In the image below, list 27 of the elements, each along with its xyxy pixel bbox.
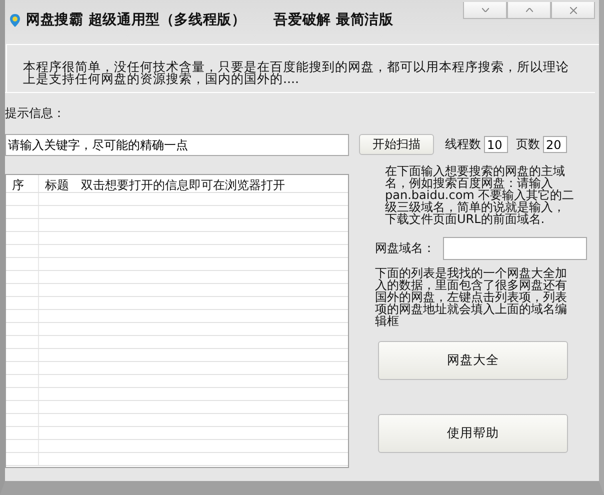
scan-button[interactable]: 开始扫描 (359, 134, 434, 155)
hint-label: 提示信息： (5, 105, 66, 119)
keyword-field[interactable]: 请输入关键字，尽可能的精确一点 (5, 134, 349, 156)
action-button[interactable]: 使用帮助 (378, 414, 568, 453)
number-field[interactable]: 10 (484, 136, 508, 153)
window-subtitle: 吾爱破解 最简洁版 (274, 11, 394, 29)
domain-field[interactable] (443, 237, 587, 260)
minimize-button[interactable] (463, 2, 507, 19)
close-icon (570, 6, 576, 14)
description-text: 本程序很简单，没任何技术含量，只要是在百度能搜到的网盘，都可以用本程序搜索，所以理论上是支持任何网盘的资源搜索，国内的国外的.... (23, 61, 570, 85)
app-icon (9, 13, 21, 28)
results-list[interactable]: 序 标题 双击想要打开的信息即可在浏览器打开 (5, 174, 349, 468)
help-text: 在下面输入想要搜索的网盘的主域名，例如搜索百度网盘：请输入pan.baidu.com 不要输入其它的二级三级域名，简单的说就是输入，下载文件页面URL的前面域名. (385, 165, 575, 225)
field-label: 线程数 (445, 136, 481, 153)
field-label: 页数 (516, 136, 540, 153)
number-field[interactable]: 20 (543, 136, 567, 153)
column-header[interactable]: 标题 (39, 175, 75, 192)
column-header[interactable]: 序 (6, 175, 39, 192)
help-text: 下面的列表是我找的一个网盘大全加入的数据，里面包含了很多网盘还有国外的网盘，左键点击列表项，列表项的网盘地址就会填入上面的域名编辑框 (375, 267, 568, 327)
action-button[interactable]: 网盘大全 (378, 341, 568, 380)
maximize-button[interactable] (507, 2, 551, 19)
column-header[interactable]: 双击想要打开的信息即可在浏览器打开 (75, 175, 285, 192)
chevron-up-icon (526, 8, 532, 12)
close-button[interactable] (551, 2, 595, 19)
window-title: 网盘搜霸 超级通用型（多线程版） (26, 11, 246, 29)
chevron-down-icon (482, 8, 488, 12)
field-label: 网盘域名： (375, 240, 435, 257)
